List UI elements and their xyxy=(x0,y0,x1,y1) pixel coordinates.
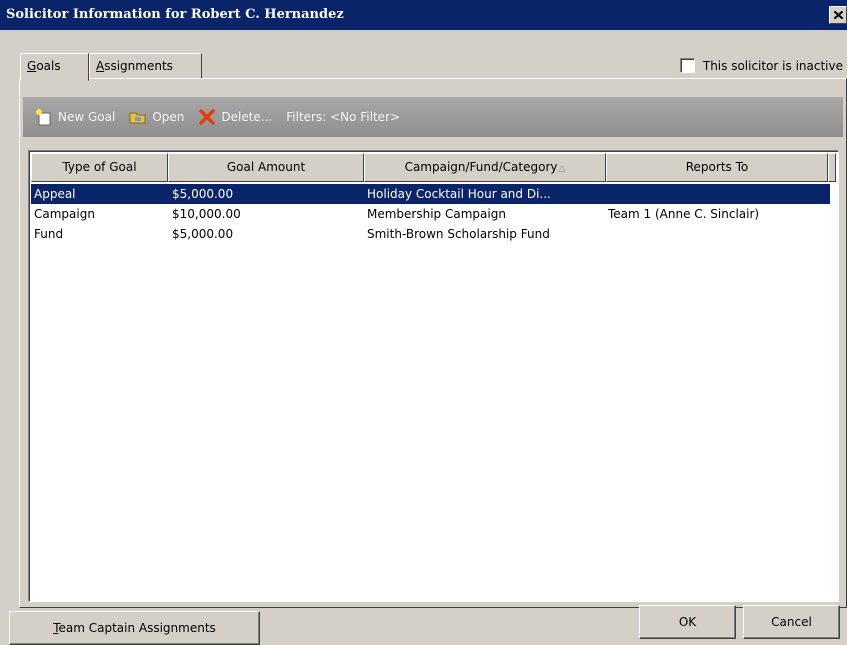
tab-assignments[interactable]: Assignments xyxy=(89,53,202,79)
title-bar: Solicitor Information for Robert C. Hern… xyxy=(0,0,847,30)
open-folder-icon xyxy=(129,112,146,124)
inactive-checkbox-group[interactable]: This solicitor is inactive xyxy=(679,58,843,73)
goals-grid[interactable]: Type of Goal Goal Amount Campaign/Fund/C… xyxy=(28,150,839,602)
new-goal-button[interactable]: New Goal xyxy=(35,108,115,126)
grid-header: Type of Goal Goal Amount Campaign/Fund/C… xyxy=(31,153,836,182)
close-button[interactable] xyxy=(829,6,847,24)
delete-x-icon xyxy=(199,109,216,125)
delete-button[interactable]: Delete... xyxy=(198,108,272,126)
column-header-type[interactable]: Type of Goal xyxy=(31,153,168,182)
inactive-checkbox[interactable] xyxy=(679,58,695,73)
column-header-reports-to[interactable]: Reports To xyxy=(606,153,828,182)
table-row[interactable]: Appeal $5,000.00 Holiday Cocktail Hour a… xyxy=(31,184,830,204)
filters-label[interactable]: Filters: <No Filter> xyxy=(286,110,400,124)
cancel-button[interactable]: Cancel xyxy=(743,605,840,639)
tab-goals[interactable]: Goals xyxy=(20,53,89,81)
sort-ascending-icon: △ xyxy=(558,164,566,174)
table-row[interactable]: Campaign $10,000.00 Membership Campaign … xyxy=(31,204,830,224)
table-row[interactable]: Fund $5,000.00 Smith-Brown Scholarship F… xyxy=(31,224,830,244)
ok-button[interactable]: OK xyxy=(639,605,736,639)
column-header-campaign[interactable]: Campaign/Fund/Category△ xyxy=(364,153,606,182)
window-title: Solicitor Information for Robert C. Hern… xyxy=(6,7,344,22)
new-goal-icon xyxy=(36,109,51,126)
open-button[interactable]: Open xyxy=(129,108,184,126)
team-captain-assignments-button[interactable]: Team Captain Assignments xyxy=(9,611,260,645)
column-header-filler xyxy=(828,153,836,182)
toolbar: New Goal Open Delete... Filters: <No Fil… xyxy=(23,97,843,137)
inactive-checkbox-label: This solicitor is inactive xyxy=(702,58,843,73)
close-icon xyxy=(834,11,843,19)
column-header-amount[interactable]: Goal Amount xyxy=(168,153,364,182)
